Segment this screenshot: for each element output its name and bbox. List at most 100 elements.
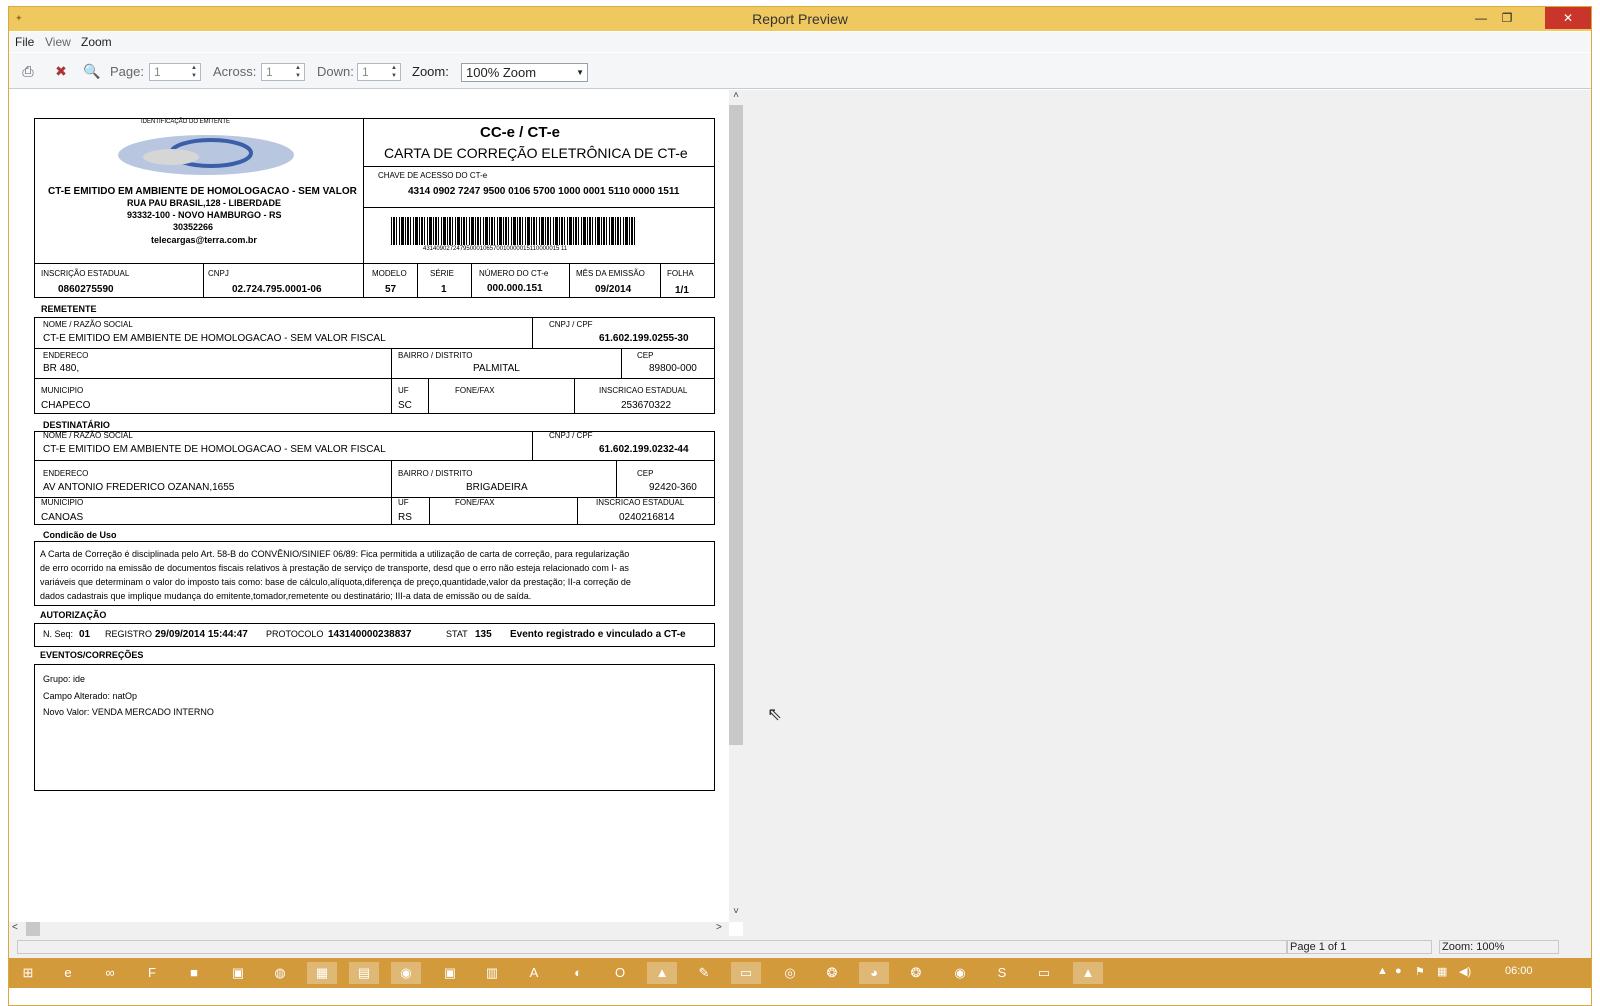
cnpj-label: CNPJ [208, 269, 229, 278]
zoom-value: 100% Zoom [466, 65, 537, 80]
down-label: Down: [317, 64, 354, 79]
console-icon[interactable]: ▭ [731, 962, 761, 984]
condicao-line: variáveis que determinam o valor do impo… [40, 577, 631, 587]
vertical-scrollbar[interactable]: ˄ ˅ [729, 90, 743, 922]
nseq-value: 01 [79, 629, 91, 640]
page-label: Page: [110, 64, 144, 79]
spinner-arrows-icon[interactable]: ▲ ▼ [389, 64, 399, 80]
print-icon[interactable]: ⎙ [19, 62, 37, 80]
minimize-button[interactable]: — [1467, 7, 1495, 29]
magnifier-icon[interactable]: 🔍 [83, 62, 101, 80]
menu-view[interactable]: View [45, 35, 71, 49]
destinatario-mun-label: MUNICIPIO [41, 498, 84, 507]
eventos-label: EVENTOS/CORREÇÕES [40, 650, 144, 660]
spinner-arrows-icon[interactable]: ▲ ▼ [189, 64, 199, 80]
app-icon-21[interactable]: ❂ [901, 962, 931, 984]
firefox-icon[interactable]: ◕ [859, 962, 889, 984]
app-icon-9[interactable]: ◉ [391, 962, 421, 984]
remetente-ie-value: 253670322 [621, 400, 672, 411]
app-icon-7[interactable]: ▦ [307, 962, 337, 984]
clock[interactable]: 06:00 [1505, 965, 1533, 977]
stat-label: STAT [446, 629, 468, 639]
down-value: 1 [362, 65, 369, 79]
across-spinner[interactable]: 1 ▲ ▼ [261, 63, 305, 81]
skype-icon[interactable]: S [987, 962, 1017, 984]
flag-icon[interactable]: ⚑ [1415, 965, 1425, 978]
maximize-button[interactable]: ❐ [1493, 7, 1521, 29]
nseq-label: N. Seq: [43, 629, 74, 639]
app-icon-6[interactable]: ◍ [265, 962, 295, 984]
folha-label: FOLHA [667, 269, 694, 278]
autorizacao-label: AUTORIZAÇÃO [40, 610, 107, 620]
destinatario-nome-label: NOME / RAZÃO SOCIAL [43, 431, 133, 440]
scroll-right-icon[interactable]: > [716, 922, 722, 933]
emitente-label: IDENTIFICAÇÃO DO EMITENTE [141, 119, 231, 125]
remetente-nome-label: NOME / RAZÃO SOCIAL [43, 320, 133, 329]
ie-icon[interactable]: e [53, 962, 83, 984]
app-icon-19[interactable]: ❂ [817, 962, 847, 984]
horizontal-scroll-thumb[interactable] [26, 922, 40, 936]
opera-icon[interactable]: O [605, 962, 635, 984]
start-icon[interactable]: ⊞ [13, 962, 43, 984]
chevron-down-icon[interactable]: ▼ [576, 64, 584, 81]
destinatario-cep-value: 92420-360 [649, 482, 697, 493]
status-page: Page 1 of 1 [1287, 940, 1432, 954]
app-icon-15[interactable]: ▲ [647, 962, 677, 984]
remetente-section: REMETENTE [41, 304, 97, 314]
horizontal-scrollbar[interactable]: < > [9, 922, 729, 936]
down-spinner[interactable]: 1 ▲ ▼ [357, 63, 401, 81]
destinatario-bairro-label: BAIRRO / DISTRITO [398, 469, 473, 478]
zoom-select[interactable]: 100% Zoom ▼ [461, 63, 588, 82]
across-value: 1 [266, 65, 273, 79]
scroll-down-icon[interactable]: ˅ [729, 906, 743, 917]
volume-icon[interactable]: ◀) [1459, 965, 1471, 978]
registro-label: REGISTRO [105, 629, 153, 639]
filezilla-icon[interactable]: F [137, 962, 167, 984]
company-logo-icon [118, 135, 294, 175]
network-icon[interactable]: ▦ [1437, 965, 1447, 978]
destinatario-end-value: AV ANTONIO FREDERICO OZANAN,1655 [43, 482, 235, 493]
scroll-left-icon[interactable]: < [12, 922, 18, 933]
vertical-scroll-thumb[interactable] [729, 105, 743, 745]
chave-value: 4314 0902 7247 9500 0106 5700 1000 0001 … [408, 186, 680, 197]
app-icon-18[interactable]: ◎ [775, 962, 805, 984]
remetente-uf-label: UF [398, 386, 409, 395]
emitente-phone: 30352266 [173, 222, 214, 232]
chrome-icon[interactable]: ◉ [945, 962, 975, 984]
app-icon-5[interactable]: ▣ [223, 962, 253, 984]
mouse-cursor-icon: ⇖ [767, 704, 783, 724]
app-icon-8[interactable]: ▤ [349, 962, 379, 984]
status-zoom: Zoom: 100% [1439, 940, 1559, 954]
chave-label: CHAVE DE ACESSO DO CT-e [378, 171, 488, 180]
tray-app-icon[interactable]: ● [1395, 965, 1402, 977]
destinatario-fone-label: FONE/FAX [455, 498, 495, 507]
menu-zoom[interactable]: Zoom [81, 35, 112, 49]
report-app-icon[interactable]: ▲ [1073, 962, 1103, 984]
explorer-icon[interactable]: ▭ [1029, 962, 1059, 984]
menu-file[interactable]: File [15, 35, 34, 49]
visual-studio-icon[interactable]: ∞ [95, 962, 125, 984]
title-bar[interactable]: ✦ Report Preview — ❐ ✕ [9, 7, 1591, 31]
page-spinner[interactable]: 1 ▲ ▼ [149, 63, 201, 81]
app-icon-10[interactable]: ▣ [435, 962, 465, 984]
remetente-ie-label: INSCRICAO ESTADUAL [599, 386, 688, 395]
app-icon-13[interactable]: ◐ [563, 962, 593, 984]
scroll-up-icon[interactable]: ˄ [729, 90, 743, 101]
status-message [17, 940, 1287, 954]
folha-value: 1/1 [675, 285, 689, 296]
eventos-box [34, 664, 715, 791]
print-setup-icon[interactable]: ✖ [52, 62, 70, 80]
tray-arrow-icon[interactable]: ▲ [1377, 965, 1388, 977]
app-icon-11[interactable]: ▥ [477, 962, 507, 984]
emitente-email: telecargas@terra.com.br [151, 235, 257, 245]
acrobat-icon[interactable]: A [519, 962, 549, 984]
destinatario-uf-label: UF [398, 498, 409, 507]
remetente-uf-value: SC [398, 400, 412, 411]
across-label: Across: [213, 64, 257, 79]
window-title: Report Preview [752, 11, 848, 27]
notepad-icon[interactable]: ✎ [689, 962, 719, 984]
spinner-arrows-icon[interactable]: ▲ ▼ [293, 64, 303, 80]
remetente-bairro-value: PALMITAL [473, 363, 520, 374]
close-button[interactable]: ✕ [1545, 7, 1591, 29]
app-icon-4[interactable]: ■ [179, 962, 209, 984]
